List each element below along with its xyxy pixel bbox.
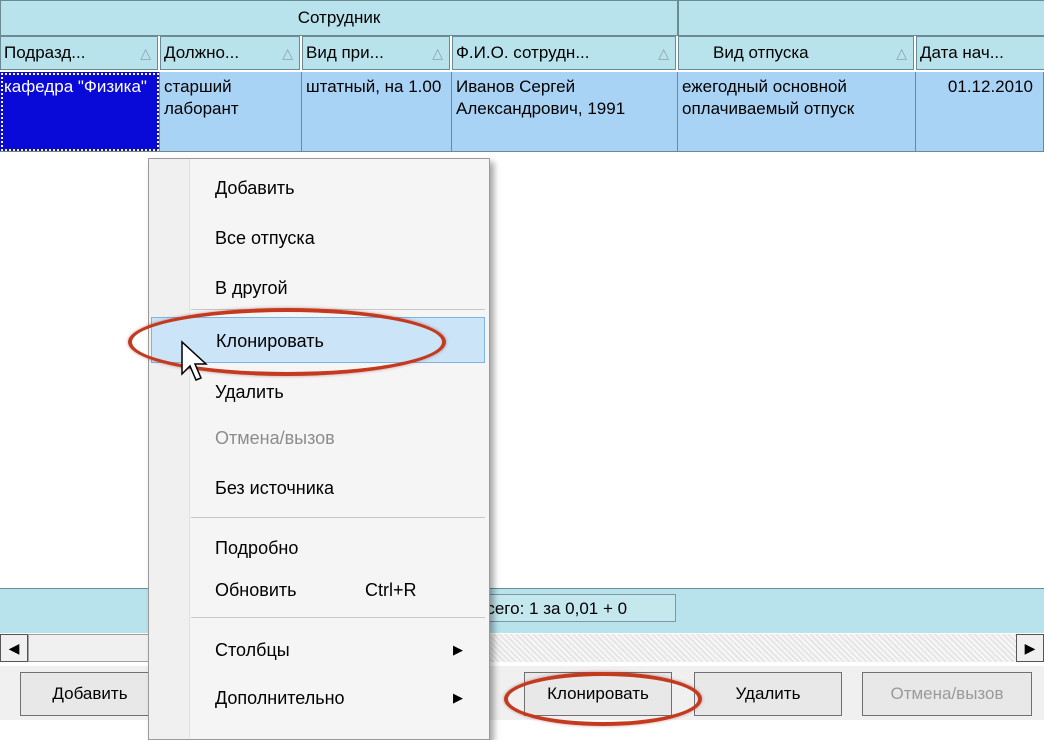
cell-department[interactable]: кафедра "Физика" bbox=[0, 72, 160, 152]
column-header-label: Вид отпуска bbox=[713, 43, 809, 62]
submenu-arrow-icon: ▶ bbox=[453, 690, 463, 705]
sort-icon: △ bbox=[432, 45, 443, 61]
menu-item-to-other[interactable]: В другой bbox=[151, 265, 485, 311]
menu-item-additional[interactable]: Дополнительно ▶ bbox=[151, 675, 485, 721]
column-header-label: Ф.И.О. сотрудн... bbox=[456, 43, 590, 62]
menu-item-all-leaves[interactable]: Все отпуска bbox=[151, 215, 485, 261]
column-header-start-date[interactable]: Дата нач... bbox=[916, 36, 1044, 70]
cell-employment[interactable]: штатный, на 1.00 bbox=[302, 72, 452, 152]
annotation-ellipse bbox=[128, 308, 446, 376]
column-header-employment[interactable]: Вид при... △ bbox=[302, 36, 450, 70]
group-header-row: Сотрудник bbox=[0, 0, 1044, 36]
group-header-employee: Сотрудник bbox=[0, 0, 678, 36]
mouse-cursor-icon bbox=[181, 340, 208, 381]
menu-item-additional-label: Дополнительно bbox=[215, 688, 345, 708]
column-header-label: Должно... bbox=[164, 43, 240, 62]
submenu-arrow-icon: ▶ bbox=[453, 642, 463, 657]
menu-item-refresh-label: Обновить bbox=[215, 580, 297, 600]
annotation-ellipse bbox=[504, 672, 702, 726]
column-header-row: Подразд... △ Должно... △ Вид при... △ Ф.… bbox=[0, 36, 1044, 72]
menu-item-details[interactable]: Подробно bbox=[151, 525, 485, 571]
menu-item-columns-label: Столбцы bbox=[215, 640, 290, 660]
column-header-position[interactable]: Должно... △ bbox=[160, 36, 300, 70]
sort-icon: △ bbox=[658, 45, 669, 61]
cancel-recall-button[interactable]: Отмена/вызов bbox=[862, 672, 1032, 716]
menu-item-columns[interactable]: Столбцы ▶ bbox=[151, 627, 485, 673]
sort-icon: △ bbox=[140, 45, 151, 61]
column-header-label: Дата нач... bbox=[920, 43, 1004, 62]
menu-item-no-source[interactable]: Без источника bbox=[151, 465, 485, 511]
menu-item-add[interactable]: Добавить bbox=[151, 165, 485, 211]
cell-employee[interactable]: Иванов Сергей Александрович, 1991 bbox=[452, 72, 678, 152]
sort-icon: △ bbox=[896, 45, 907, 61]
scroll-left-icon[interactable]: ◀ bbox=[0, 634, 28, 662]
column-header-label: Вид при... bbox=[306, 43, 384, 62]
column-header-employee[interactable]: Ф.И.О. сотрудн... △ bbox=[452, 36, 676, 70]
menu-item-refresh[interactable]: Обновить Ctrl+R bbox=[151, 567, 485, 613]
group-header-blank bbox=[678, 0, 1044, 36]
scroll-right-icon[interactable]: ▶ bbox=[1016, 634, 1044, 662]
cell-start-date[interactable]: 01.12.2010 bbox=[916, 72, 1044, 152]
total-summary: Всего: 1 за 0,01 + 0 bbox=[468, 594, 676, 622]
sort-icon: △ bbox=[282, 45, 293, 61]
menu-separator bbox=[191, 617, 485, 618]
shortcut-label: Ctrl+R bbox=[365, 580, 417, 600]
table-row[interactable]: кафедра "Физика" старший лаборант штатны… bbox=[0, 72, 1044, 152]
delete-button[interactable]: Удалить bbox=[694, 672, 842, 716]
add-button[interactable]: Добавить bbox=[20, 672, 160, 716]
column-header-department[interactable]: Подразд... △ bbox=[0, 36, 158, 70]
cell-leave-type[interactable]: ежегодный основной оплачиваемый отпуск bbox=[678, 72, 916, 152]
context-menu[interactable]: Добавить Все отпуска В другой Клонироват… bbox=[148, 158, 490, 740]
column-header-leave-type[interactable]: Вид отпуска △ bbox=[678, 36, 914, 70]
menu-separator bbox=[191, 517, 485, 518]
column-header-label: Подразд... bbox=[4, 43, 86, 62]
menu-item-cancel-recall[interactable]: Отмена/вызов bbox=[151, 415, 485, 461]
cell-position[interactable]: старший лаборант bbox=[160, 72, 302, 152]
